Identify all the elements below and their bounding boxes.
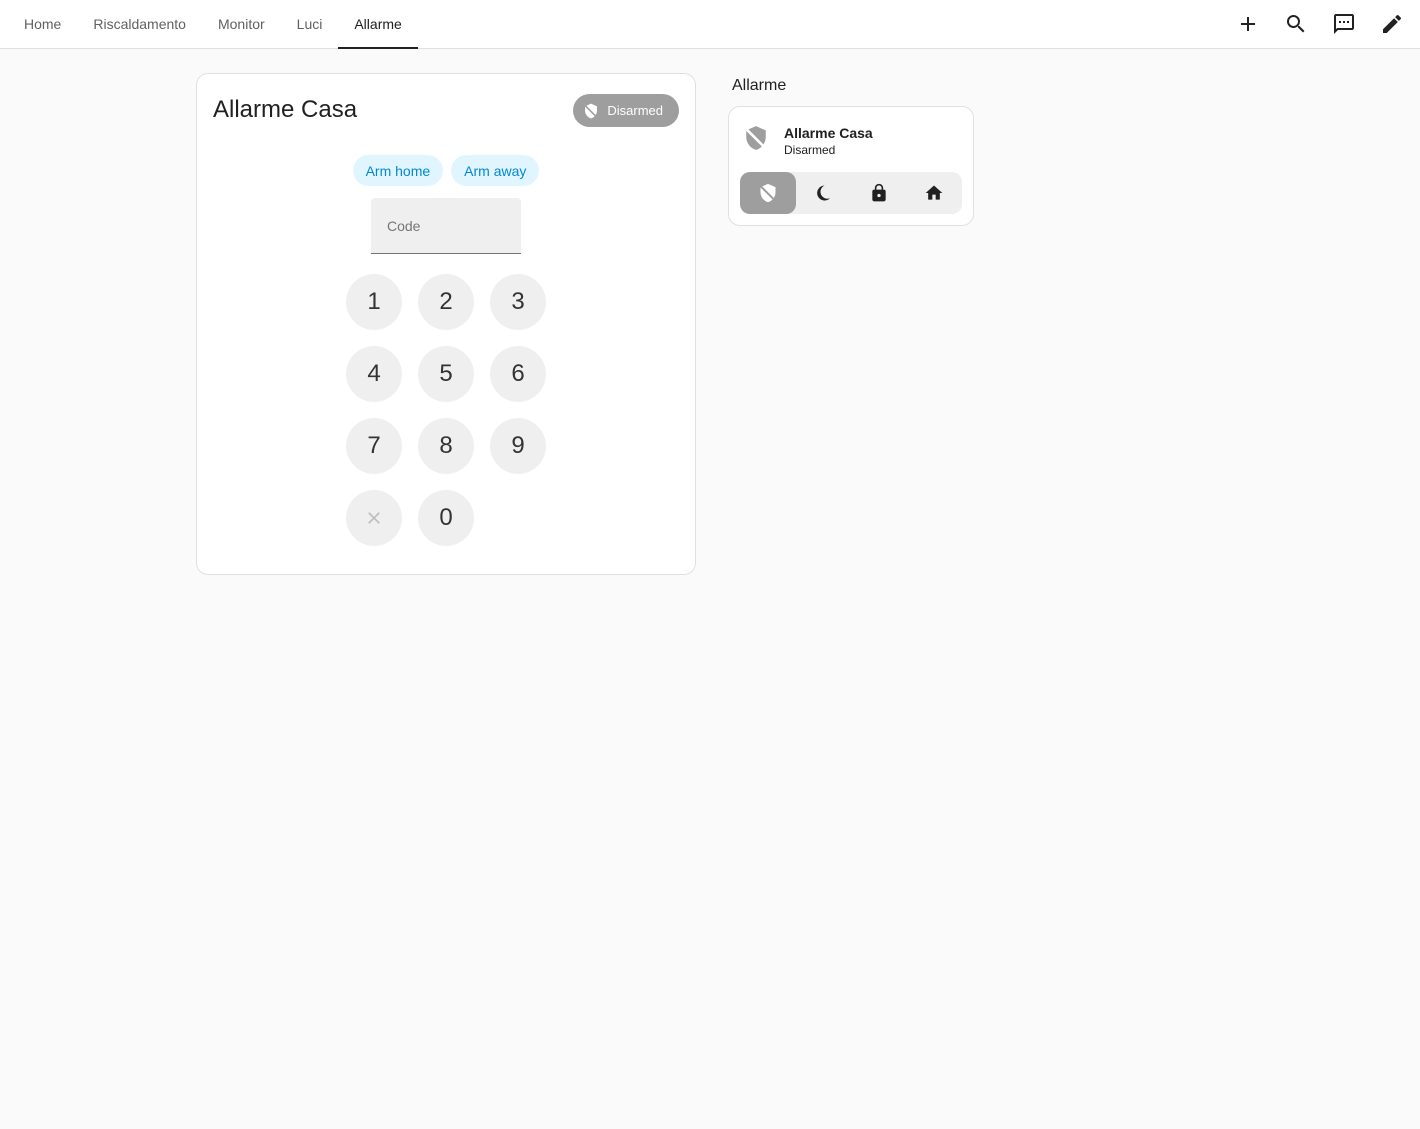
assist-chat-icon bbox=[1334, 14, 1354, 34]
key-5[interactable]: 5 bbox=[418, 346, 474, 402]
edit-button[interactable] bbox=[1368, 3, 1416, 45]
shield-off-icon bbox=[759, 183, 776, 203]
tab-label: Home bbox=[24, 16, 62, 32]
view-tabs: Home Riscaldamento Monitor Luci Allarme bbox=[8, 0, 419, 49]
plus-icon bbox=[1241, 17, 1255, 31]
code-input[interactable] bbox=[387, 217, 507, 234]
section-title: Allarme bbox=[732, 77, 787, 94]
key-8[interactable]: 8 bbox=[418, 418, 474, 474]
key-6[interactable]: 6 bbox=[490, 346, 546, 402]
key-7[interactable]: 7 bbox=[346, 418, 402, 474]
alarm-mode-selector bbox=[740, 172, 962, 214]
key-9[interactable]: 9 bbox=[490, 418, 546, 474]
mode-disarm-button[interactable] bbox=[740, 172, 796, 214]
key-2[interactable]: 2 bbox=[418, 274, 474, 330]
code-field[interactable] bbox=[371, 198, 521, 254]
key-4[interactable]: 4 bbox=[346, 346, 402, 402]
alarm-panel-title: Allarme Casa bbox=[213, 96, 358, 123]
pencil-icon bbox=[1383, 14, 1402, 34]
mode-away-button[interactable] bbox=[851, 172, 907, 214]
tab-riscaldamento[interactable]: Riscaldamento bbox=[77, 0, 202, 48]
key-3[interactable]: 3 bbox=[490, 274, 546, 330]
search-icon bbox=[1287, 15, 1305, 33]
tab-label: Luci bbox=[296, 16, 323, 32]
tile-state: Disarmed bbox=[784, 143, 836, 157]
tab-home[interactable]: Home bbox=[8, 0, 77, 48]
top-bar: Home Riscaldamento Monitor Luci Allarme bbox=[0, 0, 1420, 49]
status-label: Disarmed bbox=[607, 103, 663, 118]
add-button[interactable] bbox=[1224, 3, 1272, 45]
search-button[interactable] bbox=[1272, 3, 1320, 45]
tab-monitor[interactable]: Monitor bbox=[202, 0, 281, 48]
key-1[interactable]: 1 bbox=[346, 274, 402, 330]
moon-icon bbox=[817, 185, 831, 201]
status-badge[interactable]: Disarmed bbox=[573, 94, 679, 127]
tile-icon bbox=[743, 125, 769, 151]
tab-luci[interactable]: Luci bbox=[281, 0, 339, 48]
arm-away-button[interactable]: Arm away bbox=[451, 155, 540, 186]
toolbar-actions bbox=[1224, 0, 1416, 48]
tab-label: Riscaldamento bbox=[93, 16, 186, 32]
tab-label: Monitor bbox=[217, 16, 265, 32]
home-icon bbox=[925, 185, 943, 200]
keypad: 1 2 3 4 5 6 7 8 9 0 bbox=[346, 274, 546, 546]
mode-home-button[interactable] bbox=[907, 172, 963, 214]
alarm-tile-card[interactable]: Allarme Casa Disarmed bbox=[728, 106, 974, 226]
clear-key[interactable] bbox=[346, 490, 402, 546]
key-0[interactable]: 0 bbox=[418, 490, 474, 546]
lock-icon bbox=[872, 183, 886, 202]
close-icon bbox=[368, 512, 380, 524]
tab-label: Allarme bbox=[354, 16, 402, 32]
shield-off-icon bbox=[584, 103, 598, 118]
arm-home-button[interactable]: Arm home bbox=[352, 155, 444, 186]
tab-allarme[interactable]: Allarme bbox=[338, 0, 419, 49]
assist-button[interactable] bbox=[1320, 3, 1368, 45]
mode-night-button[interactable] bbox=[796, 172, 852, 214]
alarm-panel-card: Allarme Casa Disarmed Arm home Arm away … bbox=[196, 73, 696, 575]
tile-name: Allarme Casa bbox=[784, 125, 873, 141]
arm-actions: Arm home Arm away bbox=[197, 155, 695, 186]
shield-off-icon bbox=[745, 126, 767, 150]
